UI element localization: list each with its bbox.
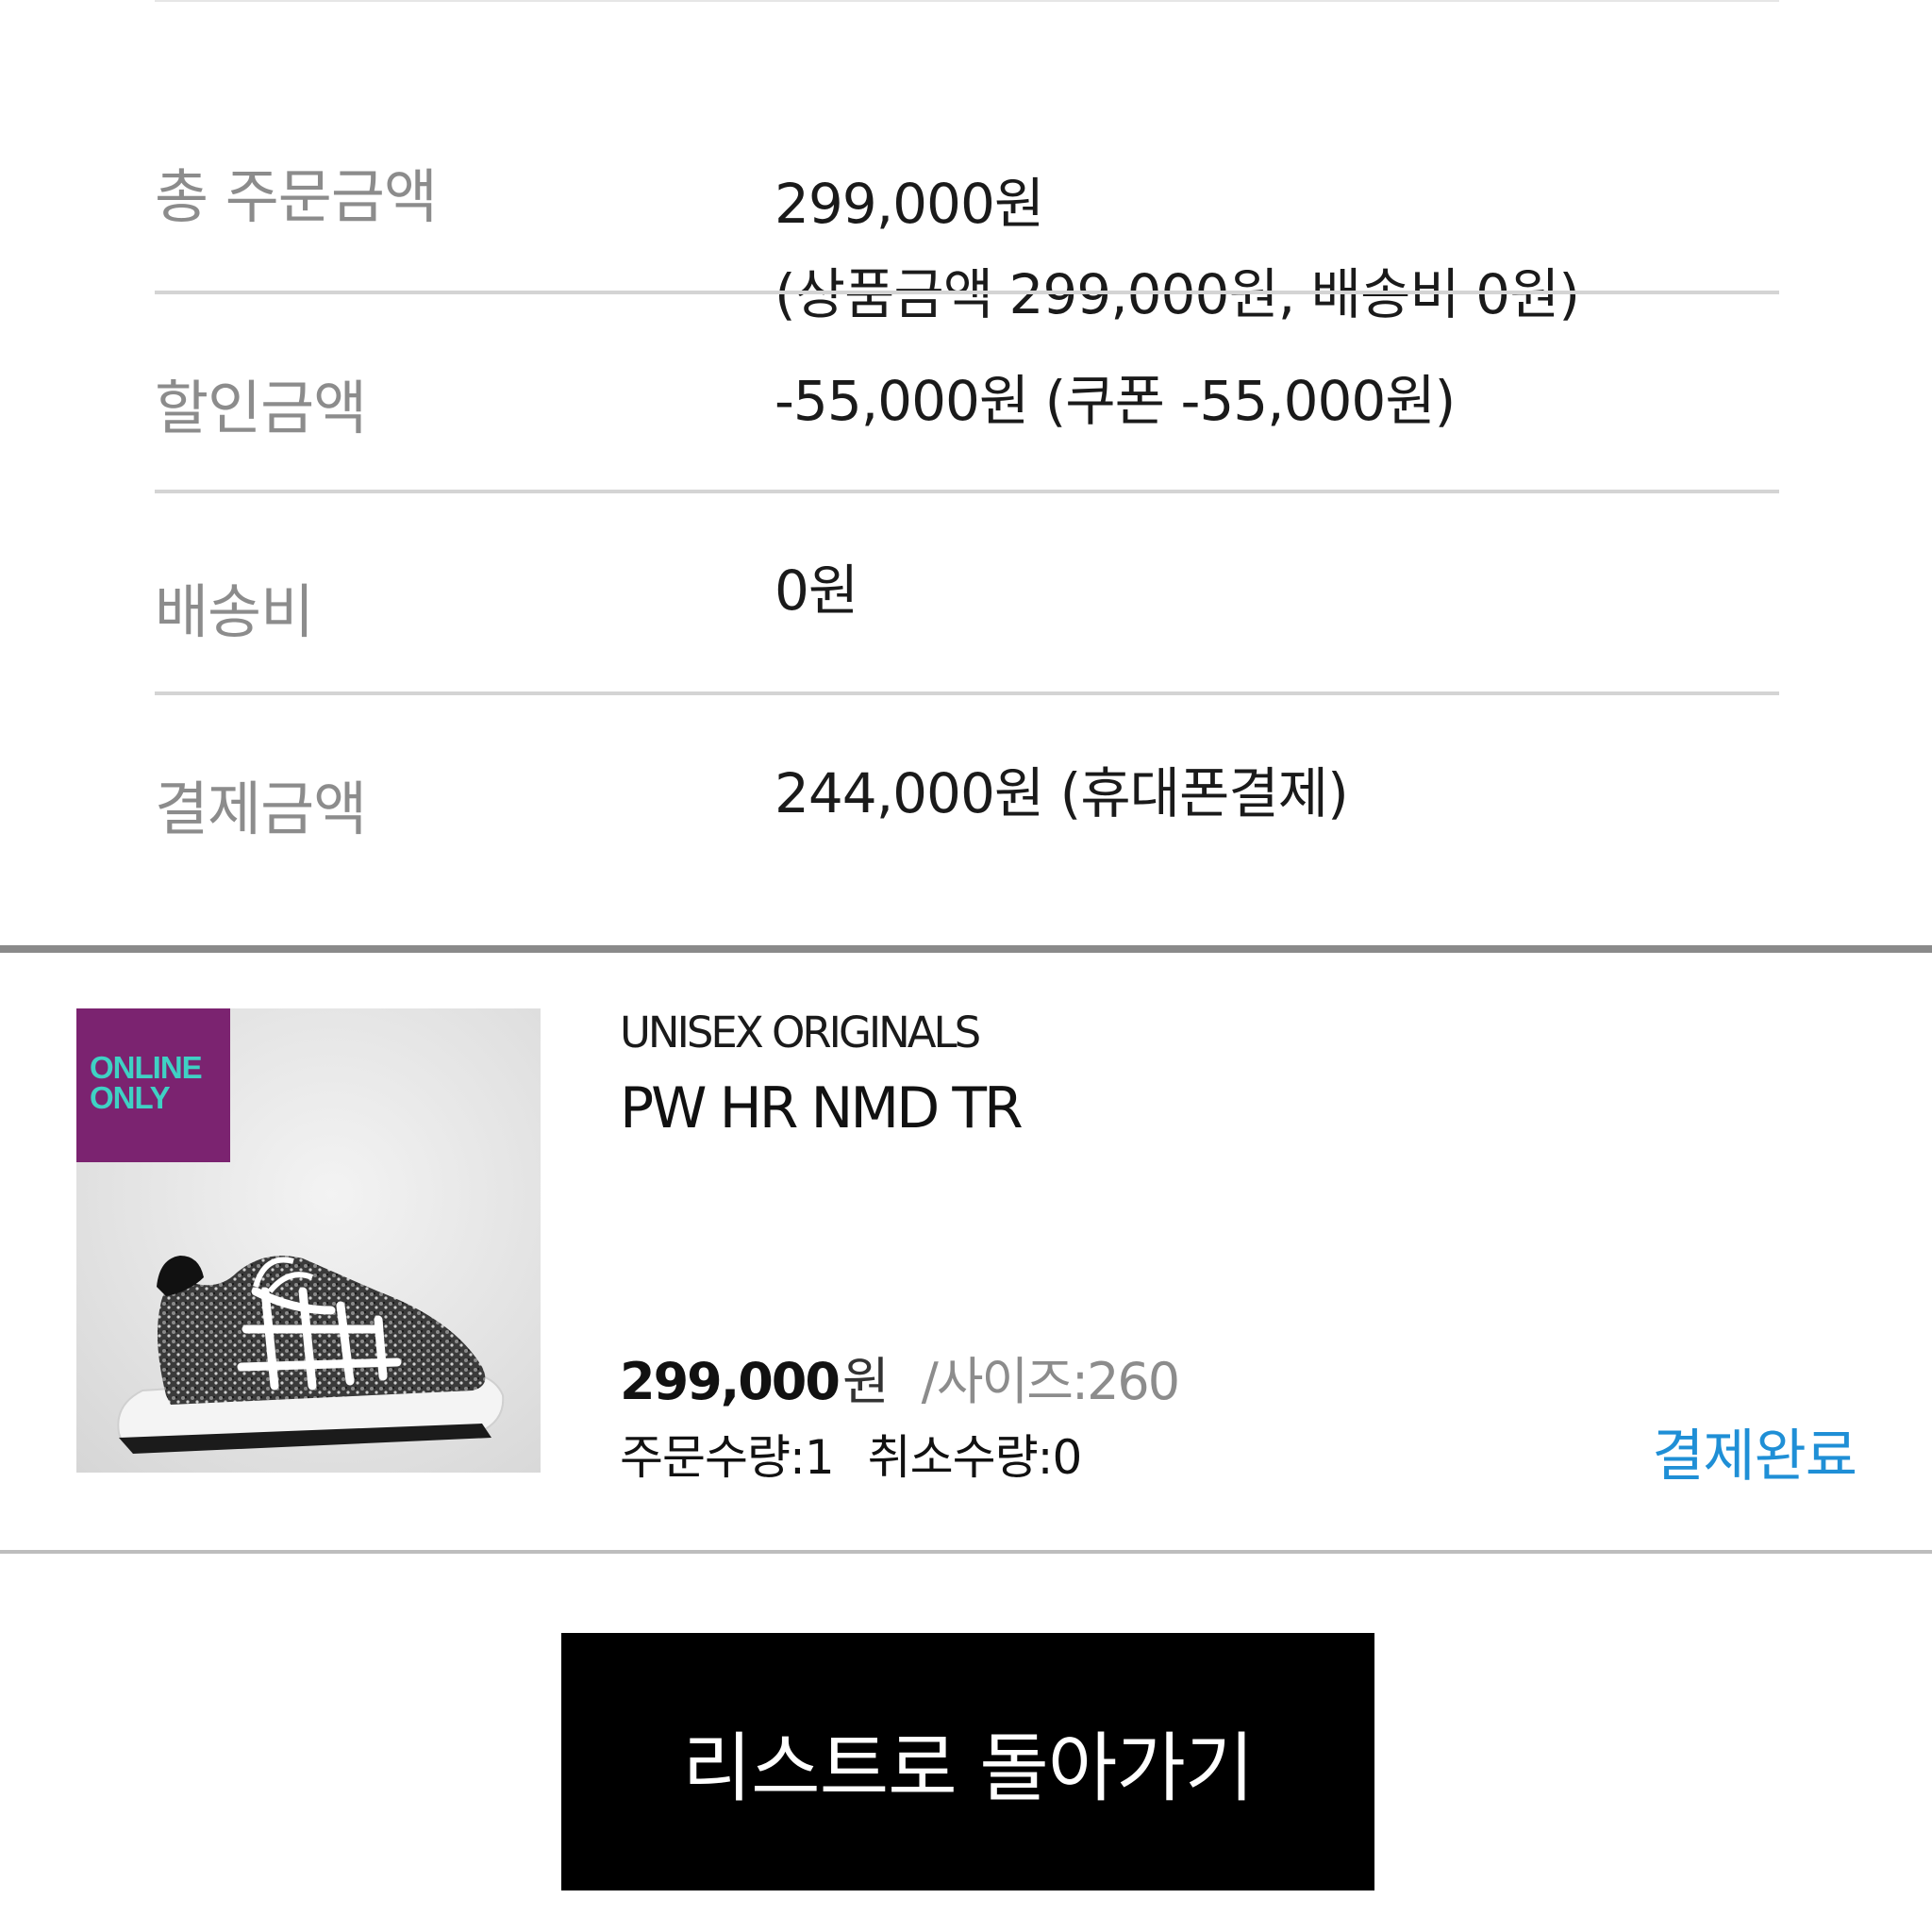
- total-order-row: 총 주문금액 299,000원 (상품금액 299,000원, 배송비 0원): [155, 104, 1779, 326]
- shipping-row: 배송비 0원: [155, 492, 1779, 691]
- quantity-line: 주문수량:1 취소수량:0: [620, 1420, 1083, 1488]
- cancel-quantity: 취소수량:0: [867, 1430, 1083, 1485]
- discount-label: 할인금액: [155, 374, 367, 442]
- section-divider: [0, 945, 1932, 953]
- price-line: 299,000원/사이즈:260: [620, 1340, 1180, 1414]
- product-category: UNISEX ORIGINALS: [620, 1008, 981, 1058]
- shipping-amount: 0원: [774, 558, 858, 623]
- order-quantity: 주문수량:1: [620, 1430, 835, 1485]
- price-unit: 원: [841, 1352, 890, 1411]
- sneaker-illustration: [117, 1256, 505, 1454]
- product-name[interactable]: PW HR NMD TR: [620, 1075, 1024, 1141]
- discount-row: 할인금액 -55,000원 (쿠폰 -55,000원): [155, 292, 1779, 491]
- shipping-label: 배송비: [155, 577, 314, 646]
- product-size: /사이즈:260: [921, 1352, 1180, 1411]
- payment-status: 결제완료: [1652, 1424, 1857, 1490]
- top-divider: [155, 0, 1779, 2]
- section-divider: [0, 1550, 1932, 1554]
- total-order-amount: 299,000원: [774, 172, 1044, 236]
- payment-label: 결제금액: [155, 774, 367, 843]
- total-order-label: 총 주문금액: [155, 162, 438, 231]
- discount-amount: -55,000원 (쿠폰 -55,000원): [774, 369, 1456, 433]
- product-image[interactable]: ONLINE ONLY: [76, 1008, 541, 1473]
- payment-amount: 244,000원 (휴대폰결제): [774, 761, 1349, 825]
- payment-row: 결제금액 244,000원 (휴대폰결제): [155, 693, 1779, 910]
- product-price: 299,000: [620, 1352, 841, 1411]
- back-to-list-button[interactable]: 리스트로 돌아가기: [561, 1633, 1374, 1890]
